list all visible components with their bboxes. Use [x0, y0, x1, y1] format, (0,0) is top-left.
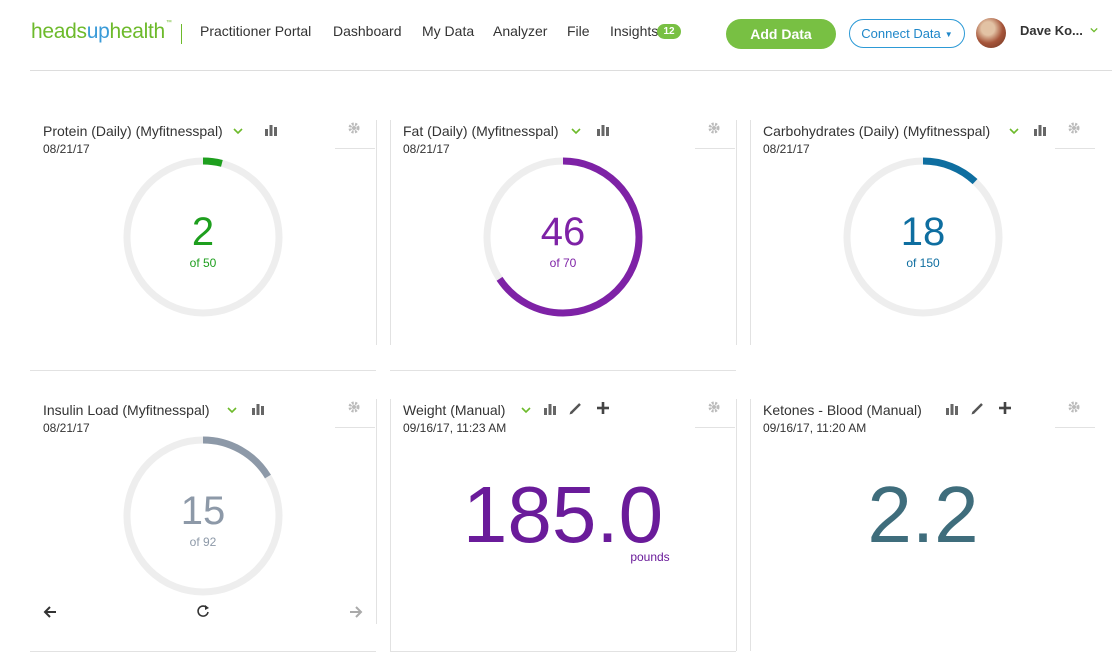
chevron-down-icon[interactable] — [226, 404, 238, 416]
pencil-icon[interactable] — [568, 401, 583, 416]
widget-target: of 92 — [189, 535, 217, 549]
chevron-down-icon[interactable] — [520, 404, 532, 416]
logo-text-heads: heads — [31, 20, 87, 43]
widget-date: 09/16/17, 11:23 AM — [403, 421, 507, 435]
logo-trademark: ™ — [165, 20, 172, 26]
chart-bar-icon[interactable] — [1033, 123, 1047, 137]
plus-icon[interactable] — [596, 401, 610, 415]
widget-target: of 70 — [549, 256, 577, 270]
widget-divider — [376, 120, 377, 345]
widget-header-divider — [335, 427, 375, 428]
widget-title: Protein (Daily) (Myfitnesspal) — [43, 123, 223, 139]
chart-bar-icon[interactable] — [945, 402, 959, 416]
nav-analyzer[interactable]: Analyzer — [493, 23, 547, 39]
widget-divider — [376, 399, 377, 624]
widget-target: of 150 — [906, 256, 940, 270]
chevron-down-icon[interactable] — [570, 125, 582, 137]
widget-title: Weight (Manual) — [403, 402, 506, 418]
widget-bottom-divider — [390, 370, 736, 371]
top-nav-bar: headsuphealth™ Practitioner Portal Dashb… — [0, 0, 1112, 70]
chart-bar-icon[interactable] — [251, 402, 265, 416]
widget-left-divider — [390, 399, 391, 651]
widget-value: 15 — [180, 489, 226, 533]
insights-count-badge: 12 — [657, 24, 681, 39]
caret-down-icon: ▼ — [944, 30, 953, 40]
nav-practitioner-portal[interactable]: Practitioner Portal — [200, 23, 311, 39]
widget-header-divider — [695, 427, 735, 428]
widget-header-divider — [695, 148, 735, 149]
widget-value: 2 — [191, 210, 215, 254]
gear-icon[interactable] — [1067, 121, 1081, 135]
widget-title: Carbohydrates (Daily) (Myfitnesspal) — [763, 123, 991, 139]
gear-icon[interactable] — [707, 121, 721, 135]
widget-left-divider — [390, 120, 391, 345]
widget-left-divider — [750, 120, 751, 345]
widget-value: 2.2 — [867, 470, 979, 559]
plus-icon[interactable] — [998, 401, 1012, 415]
arrow-right-icon[interactable] — [349, 605, 363, 619]
widget-fat: Fat (Daily) (Myfitnesspal) 08/21/17 46 o… — [390, 120, 740, 371]
widget-value: 185.0 — [462, 470, 664, 559]
widget-unit: pounds — [630, 550, 670, 564]
widget-title: Insulin Load (Myfitnesspal) — [43, 402, 210, 418]
chart-bar-icon[interactable] — [543, 402, 557, 416]
gear-icon[interactable] — [347, 121, 361, 135]
brand-logo[interactable]: headsuphealth™ — [31, 20, 172, 44]
pencil-icon[interactable] — [970, 401, 985, 416]
user-name[interactable]: Dave Ko... — [1020, 23, 1083, 38]
logo-text-up: up — [86, 20, 110, 43]
chevron-down-icon[interactable] — [1008, 125, 1020, 137]
gear-icon[interactable] — [347, 400, 361, 414]
widget-divider — [736, 120, 737, 345]
widget-header-divider — [335, 148, 375, 149]
widget-ketones: Ketones - Blood (Manual) 09/16/17, 11:20… — [750, 399, 1100, 656]
widget-header-divider — [1055, 427, 1095, 428]
nav-dashboard[interactable]: Dashboard — [333, 23, 402, 39]
widget-divider — [736, 399, 737, 651]
chart-bar-icon[interactable] — [596, 123, 610, 137]
widget-carbohydrates: Carbohydrates (Daily) (Myfitnesspal) 08/… — [750, 120, 1100, 370]
nav-my-data[interactable]: My Data — [422, 23, 474, 39]
widget-bottom-divider — [30, 651, 376, 652]
widget-bottom-divider — [30, 370, 376, 371]
nav-insights[interactable]: Insights — [610, 23, 658, 39]
gear-icon[interactable] — [707, 400, 721, 414]
widget-value: 18 — [900, 210, 946, 254]
widget-title: Fat (Daily) (Myfitnesspal) — [403, 123, 559, 139]
chevron-down-icon[interactable] — [1090, 26, 1098, 34]
widget-value: 46 — [540, 210, 586, 254]
widget-target: of 50 — [189, 256, 217, 270]
widget-title: Ketones - Blood (Manual) — [763, 402, 922, 418]
widget-date: 09/16/17, 11:20 AM — [763, 421, 867, 435]
logo-text-health: health — [109, 20, 165, 43]
connect-data-label: Connect Data — [861, 26, 941, 41]
widget-insulin-load: Insulin Load (Myfitnesspal) 08/21/17 15 … — [30, 399, 380, 656]
widget-weight: Weight (Manual) 09/16/17, 11:23 AM 185.0… — [390, 399, 740, 656]
widget-date: 08/21/17 — [43, 421, 90, 435]
gear-icon[interactable] — [1067, 400, 1081, 414]
widget-protein: Protein (Daily) (Myfitnesspal) 08/21/17 … — [30, 120, 380, 371]
chart-bar-icon[interactable] — [264, 123, 278, 137]
logo-separator — [181, 24, 182, 44]
widget-bottom-divider — [390, 651, 736, 652]
widget-date: 08/21/17 — [763, 142, 810, 156]
chevron-down-icon[interactable] — [232, 125, 244, 137]
widget-left-divider — [750, 399, 751, 651]
connect-data-button[interactable]: Connect Data ▼ — [849, 19, 965, 48]
arrow-left-icon[interactable] — [43, 605, 57, 619]
widget-header-divider — [1055, 148, 1095, 149]
widget-date: 08/21/17 — [403, 142, 450, 156]
nav-file[interactable]: File — [567, 23, 590, 39]
widget-date: 08/21/17 — [43, 142, 90, 156]
refresh-icon[interactable] — [196, 604, 210, 618]
add-data-button[interactable]: Add Data — [726, 19, 836, 49]
avatar[interactable] — [976, 18, 1006, 48]
header-divider — [30, 70, 1112, 71]
